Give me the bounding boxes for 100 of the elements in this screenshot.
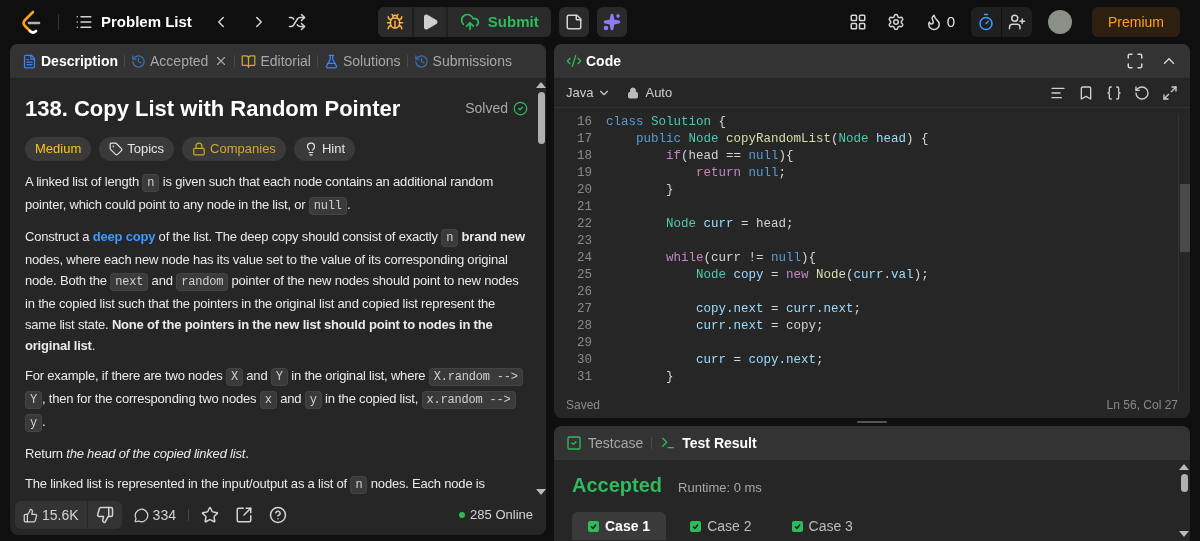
code-icon (566, 53, 582, 69)
help-icon[interactable] (268, 506, 287, 524)
expand-icon[interactable] (1162, 84, 1178, 101)
difficulty-badge: Medium (25, 137, 92, 161)
comments-button[interactable]: 334 (133, 504, 176, 526)
check-icon (690, 520, 702, 532)
lock-icon (627, 86, 640, 99)
reset-icon[interactable] (1134, 84, 1150, 101)
case-tab[interactable]: Case 1 (572, 512, 667, 540)
debug-button[interactable] (377, 7, 412, 37)
code-line: } (665, 182, 674, 200)
online-count: 285 Online (470, 506, 533, 525)
shuffle-icon[interactable] (287, 13, 306, 31)
line-number: 23 (576, 233, 592, 251)
avatar[interactable] (1048, 10, 1072, 34)
bookmark-icon[interactable] (1078, 84, 1094, 101)
language-dropdown[interactable]: Java (566, 82, 612, 103)
line-number: 17 (576, 131, 592, 149)
check-icon (588, 520, 599, 532)
code-line: while(curr != null){ (665, 250, 817, 268)
check-icon (791, 520, 803, 532)
cursor-position: Ln 56, Col 27 (1106, 397, 1178, 414)
description-paragraph: Construct a deep copy of the list. The deep copy should consist of exactly n brand new nodes, where each new node has its value set to the value of its corresponding original node. Both the next and random pointer of the new nodes should point to new nodes in the copied list such that the pointers in the original list and copied list represent the same list state. None of the pointers in the new list should point to nodes in the original list. (25, 228, 526, 355)
braces-icon[interactable] (1106, 84, 1122, 101)
panel-tab[interactable]: Testcase (566, 432, 644, 454)
terminal-icon (660, 435, 677, 451)
cloud-upload-icon (459, 12, 480, 32)
fullscreen-icon[interactable] (1126, 52, 1144, 70)
problem-list-button[interactable]: Problem List (75, 10, 192, 34)
code-line: class Solution { (606, 114, 727, 132)
case-tab[interactable]: Case 2 (674, 512, 768, 540)
case-tab[interactable]: Case 3 (775, 512, 869, 540)
line-number: 20 (576, 182, 592, 200)
line-number: 21 (576, 199, 592, 217)
document-icon (22, 53, 37, 69)
logo-icon[interactable] (20, 10, 42, 34)
premium-button[interactable]: Premium (1092, 7, 1180, 37)
description-paragraph: A linked list of length n is given such that each node contains an additional random pointer, which could point to any node in the list, or null . (25, 173, 494, 217)
code-line: return null; (695, 165, 787, 183)
note-button[interactable] (558, 7, 589, 37)
code-line: curr.next = copy; (695, 318, 824, 336)
settings-icon[interactable] (886, 13, 905, 31)
book-icon (241, 53, 257, 69)
panel-tab[interactable]: Accepted (131, 50, 209, 72)
thumbs-down-icon (95, 506, 114, 524)
line-number: 24 (576, 250, 592, 268)
code-line: curr = copy.next; (695, 352, 824, 370)
bug-icon (385, 13, 404, 31)
line-number: 29 (576, 335, 592, 353)
checkbox-icon (566, 435, 582, 451)
panel-tab[interactable]: Editorial (241, 50, 311, 72)
topics-button[interactable]: Topics (99, 137, 175, 161)
deep-copy-link[interactable]: deep copy (92, 229, 156, 244)
line-number: 25 (576, 267, 592, 285)
panel-tab[interactable]: Solutions (324, 50, 401, 72)
streak-counter[interactable]: 0 (924, 10, 955, 34)
line-number: 19 (576, 165, 592, 183)
code-line: copy.next = curr.next; (695, 301, 862, 319)
add-user-icon (1008, 13, 1026, 31)
line-number: 30 (576, 352, 592, 370)
line-number: 22 (576, 216, 592, 234)
problem-title: 138. Copy List with Random Pointer (25, 95, 401, 123)
check-icon (513, 101, 528, 116)
panel-tab[interactable]: Test Result (660, 432, 757, 454)
code-line: Node copy = new Node(curr.val); (695, 267, 929, 285)
layout-icon[interactable] (848, 13, 867, 31)
panel-title: Code (586, 51, 621, 71)
line-number: 18 (576, 148, 592, 166)
flask-icon (324, 53, 339, 69)
history-icon (413, 53, 429, 69)
comment-icon (133, 507, 149, 523)
line-number: 31 (576, 369, 592, 387)
line-number: 28 (576, 318, 592, 336)
run-button[interactable] (413, 7, 446, 37)
streak-count: 0 (946, 11, 955, 32)
auto-mode: Auto (645, 83, 673, 102)
save-status: Saved (566, 397, 601, 414)
scrollbar[interactable] (1178, 114, 1190, 392)
star-icon[interactable] (200, 506, 219, 524)
panel-tab[interactable]: Description (22, 50, 118, 72)
timer-icon (977, 13, 995, 31)
code-line: } (665, 369, 674, 387)
solved-status: Solved (465, 99, 508, 118)
line-number: 16 (576, 114, 592, 132)
companies-button[interactable]: Companies (182, 137, 286, 161)
ai-button[interactable] (596, 7, 627, 37)
submit-button[interactable]: Submit (447, 7, 551, 37)
line-number: 26 (576, 284, 592, 302)
share-icon[interactable] (234, 506, 253, 524)
tag-icon (109, 142, 124, 156)
sparkle-icon (602, 13, 621, 31)
note-icon (564, 13, 583, 31)
code-line: Node curr = head; (665, 216, 794, 234)
panel-tab[interactable]: Submissions (413, 50, 512, 72)
hint-button[interactable]: Hint (293, 137, 355, 161)
verdict: Accepted (572, 473, 663, 498)
code-line: public Node copyRandomList(Node head) { (635, 131, 929, 149)
lock-icon (192, 142, 207, 156)
line-number: 27 (576, 301, 592, 319)
thumbs-up-icon (23, 507, 38, 523)
